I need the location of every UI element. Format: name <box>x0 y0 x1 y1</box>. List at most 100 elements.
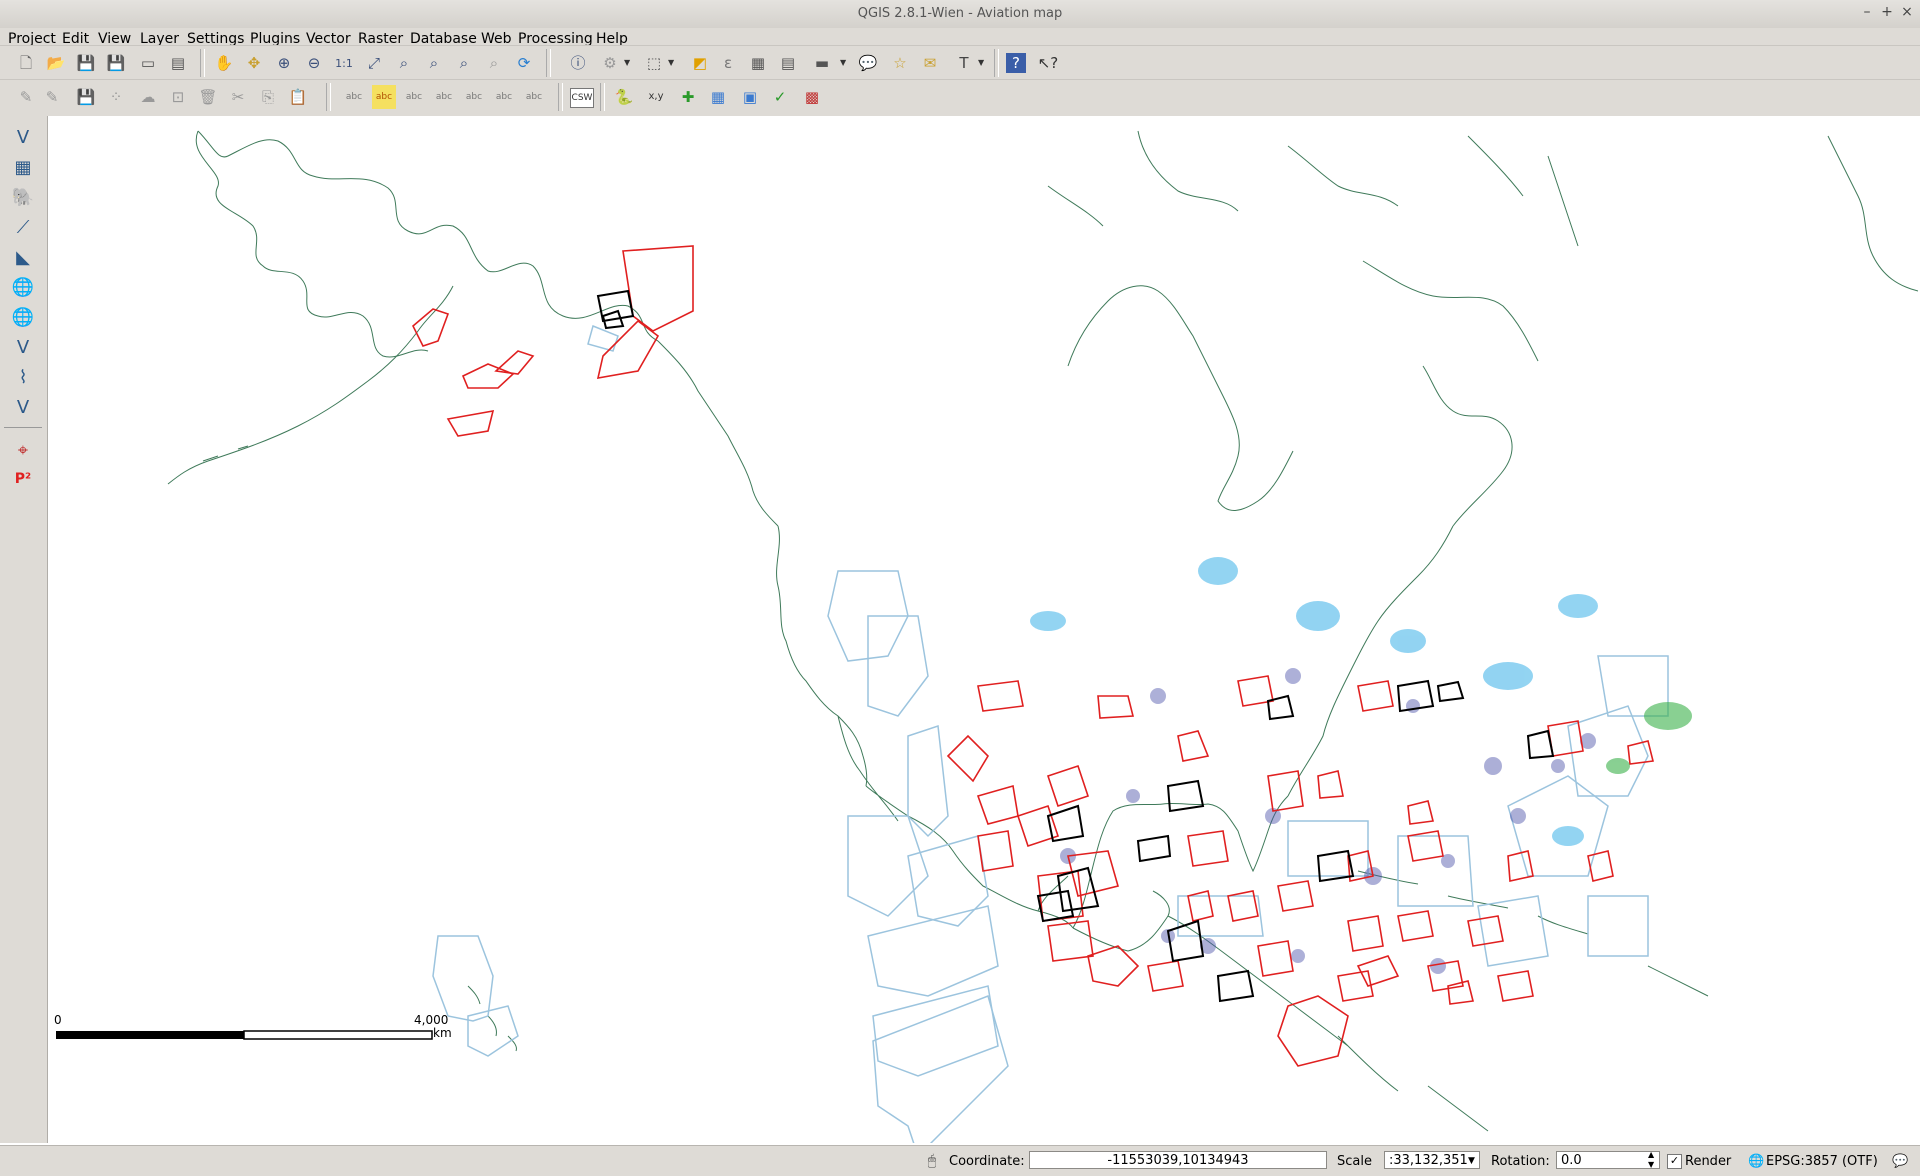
move-feature-icon[interactable]: ☁ <box>136 85 160 109</box>
rotation-spin-icon[interactable]: ▲ ▼ <box>1648 1150 1654 1170</box>
toggle-editing-icon[interactable]: ✎ <box>40 85 64 109</box>
toolbar-separator <box>994 49 999 77</box>
csw-client-icon[interactable]: CSW <box>570 88 594 108</box>
pan-map-icon[interactable]: ✋ <box>212 51 236 75</box>
action-dropdown-icon[interactable]: ▼ <box>624 58 630 67</box>
raster-grid-icon[interactable]: ▦ <box>706 85 730 109</box>
messages-icon[interactable]: 💬 <box>1892 1154 1908 1169</box>
render-checkbox[interactable]: ✓ <box>1667 1154 1682 1169</box>
atlantic-zone <box>1507 775 1609 877</box>
text-annotation-icon[interactable]: T <box>952 51 976 75</box>
show-hide-labels-icon[interactable]: abc <box>432 85 456 109</box>
zoom-full-icon[interactable]: ⤢ <box>362 51 386 75</box>
annotation-dropdown-icon[interactable]: ▼ <box>978 58 984 67</box>
military-zone <box>1526 729 1555 760</box>
airspace-polygon <box>1447 980 1474 1005</box>
deselect-all-icon[interactable]: ◩ <box>688 51 712 75</box>
attribute-table-icon[interactable]: ▦ <box>746 51 770 75</box>
coordinate-capture-icon[interactable]: ⌖ <box>10 437 36 463</box>
new-print-composer-icon[interactable]: ▭ <box>136 51 160 75</box>
whats-this-icon[interactable]: ↖? <box>1036 51 1060 75</box>
scale-bar-start-label: 0 <box>54 1013 62 1027</box>
add-postgis-layer-icon[interactable]: 🐘 <box>10 184 36 210</box>
save-project-icon[interactable]: 💾 <box>74 51 98 75</box>
add-spatialite-layer-icon[interactable]: ⟋ <box>10 214 36 240</box>
copy-features-icon[interactable]: ⎘ <box>256 85 280 109</box>
add-delimited-layer-icon[interactable]: ⌇ <box>10 364 36 390</box>
select-dropdown-icon[interactable]: ▼ <box>668 58 674 67</box>
arctic-coastline <box>1047 130 1579 247</box>
measure-line-icon[interactable]: ▬ <box>810 51 834 75</box>
map-canvas[interactable]: 0 4,000 km <box>48 116 1920 1143</box>
help-contents-icon[interactable]: ? <box>1006 53 1026 73</box>
georeferencer-icon[interactable]: ✚ <box>676 85 700 109</box>
statistical-summary-icon[interactable]: ▤ <box>776 51 800 75</box>
terrain-grid-icon[interactable]: ▩ <box>800 85 824 109</box>
zoom-native-icon[interactable]: 1:1 <box>332 51 356 75</box>
offshore-zone <box>907 835 989 927</box>
zoom-out-icon[interactable]: ⊖ <box>302 51 326 75</box>
select-by-expression-icon[interactable]: ε <box>716 51 740 75</box>
new-bookmark-icon[interactable]: ☆ <box>888 51 912 75</box>
map-tips-icon[interactable]: 💬 <box>856 51 880 75</box>
scale-combo[interactable]: :33,132,351 <box>1384 1151 1480 1169</box>
save-layer-edits-icon[interactable]: 💾 <box>74 85 98 109</box>
rotate-label-icon[interactable]: abc <box>492 85 516 109</box>
refresh-icon[interactable]: ⟳ <box>512 51 536 75</box>
coordinate-toggle-icon[interactable]: 🖱 <box>920 1149 944 1173</box>
paste-features-icon[interactable]: 📋 <box>286 85 310 109</box>
cut-features-icon[interactable]: ✂ <box>226 85 250 109</box>
airspace-polygon <box>1097 695 1135 719</box>
maximize-button[interactable]: + <box>1877 4 1897 20</box>
add-delimited-text-icon[interactable]: x,y <box>644 85 668 109</box>
label-highlight-icon[interactable]: abc <box>372 85 396 109</box>
close-button[interactable]: × <box>1897 4 1917 20</box>
add-wcs-layer-icon[interactable]: 🌐 <box>10 304 36 330</box>
move-label-icon[interactable]: abc <box>462 85 486 109</box>
composer-manager-icon[interactable]: ▤ <box>166 51 190 75</box>
airport-marker <box>1406 699 1420 713</box>
crs-globe-icon[interactable]: 🌐 <box>1748 1154 1764 1169</box>
run-feature-action-icon[interactable]: ⚙ <box>598 51 622 75</box>
edit-vector-icon[interactable]: ✓ <box>768 85 792 109</box>
scale-dropdown-icon[interactable]: ▼ <box>1468 1156 1475 1166</box>
airspace-polygon <box>1627 740 1654 765</box>
minimize-button[interactable]: – <box>1857 4 1877 20</box>
save-as-icon[interactable]: 💾 <box>104 51 128 75</box>
offshore-zone <box>867 905 999 997</box>
zoom-last-icon[interactable]: ⌕ <box>452 51 476 75</box>
add-feature-icon[interactable]: ⁘ <box>104 85 128 109</box>
zoom-to-selection-icon[interactable]: ⌕ <box>392 51 416 75</box>
identify-features-icon[interactable]: ⓘ <box>566 51 590 75</box>
add-vector-layer-icon[interactable]: V <box>10 124 36 150</box>
show-bookmarks-icon[interactable]: ✉ <box>918 51 942 75</box>
open-project-icon[interactable]: 📂 <box>44 51 68 75</box>
p2-plugin-icon[interactable]: P² <box>10 466 36 492</box>
scale-bar-black-segment <box>56 1031 244 1039</box>
change-label-icon[interactable]: abc <box>522 85 546 109</box>
airspace-polygon <box>1397 910 1434 942</box>
measure-dropdown-icon[interactable]: ▼ <box>840 58 846 67</box>
layer-labeling-icon[interactable]: abc <box>342 85 366 109</box>
add-wfs-layer-icon[interactable]: V <box>10 334 36 360</box>
new-shapefile-layer-icon[interactable]: V <box>10 394 36 420</box>
select-features-icon[interactable]: ⬚ <box>642 51 666 75</box>
current-edits-icon[interactable]: ✎ <box>14 85 38 109</box>
add-mssql-layer-icon[interactable]: ◣ <box>10 244 36 270</box>
delete-selected-icon[interactable]: 🗑 <box>196 85 220 109</box>
coordinate-field[interactable]: -11553039,10134943 <box>1029 1151 1327 1169</box>
zoom-to-layer-icon[interactable]: ⌕ <box>422 51 446 75</box>
pan-to-selection-icon[interactable]: ✥ <box>242 51 266 75</box>
node-tool-icon[interactable]: ⊡ <box>166 85 190 109</box>
add-wms-layer-icon[interactable]: 🌐 <box>10 274 36 300</box>
airport-marker <box>1484 757 1502 775</box>
zoom-in-icon[interactable]: ⊕ <box>272 51 296 75</box>
heatmap-icon[interactable]: ▣ <box>738 85 762 109</box>
add-raster-layer-icon[interactable]: ▦ <box>10 154 36 180</box>
crs-label[interactable]: EPSG:3857 (OTF) <box>1766 1154 1878 1169</box>
new-project-icon[interactable]: 🗋 <box>14 51 38 75</box>
python-console-icon[interactable]: 🐍 <box>612 85 636 109</box>
zoom-next-icon[interactable]: ⌕ <box>482 51 506 75</box>
rotation-spinbox[interactable]: 0.0 <box>1556 1151 1660 1169</box>
pin-labels-icon[interactable]: abc <box>402 85 426 109</box>
